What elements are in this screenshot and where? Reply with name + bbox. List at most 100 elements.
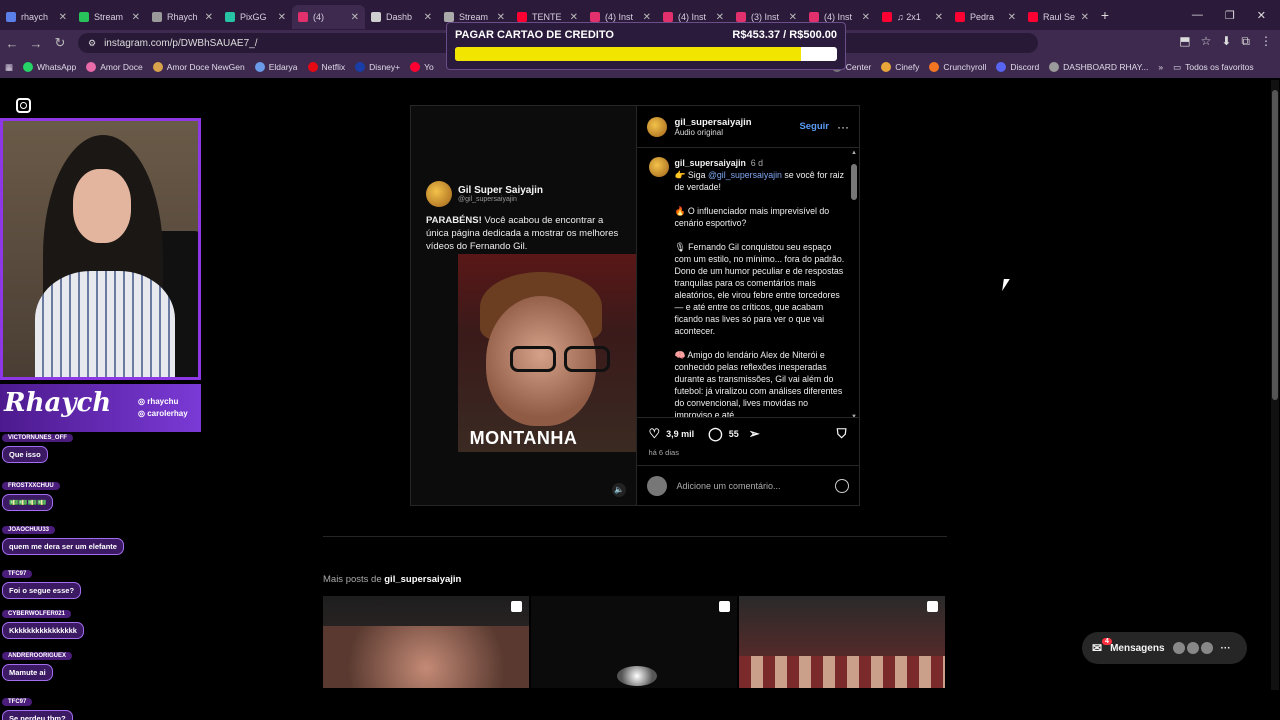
audio-label[interactable]: Áudio original	[675, 128, 752, 137]
extension-icon[interactable]: ⧉	[1241, 34, 1250, 49]
bookmark-item[interactable]: Amor Doce	[81, 62, 148, 72]
reel-icon	[927, 601, 938, 612]
bookmark-item[interactable]: Netflix	[303, 62, 351, 72]
post-header: gil_supersaiyajin Áudio original Seguir …	[636, 106, 859, 148]
bookmark-label: Amor Doce	[100, 62, 143, 72]
author-username[interactable]: gil_supersaiyajin	[675, 117, 752, 128]
browser-tab[interactable]: rhaych ✕	[0, 5, 73, 29]
minimize-icon[interactable]: —	[1192, 9, 1203, 21]
bookmark-icon	[254, 62, 265, 72]
tab-close-icon[interactable]: ✕	[789, 12, 797, 23]
tab-close-icon[interactable]: ✕	[205, 12, 213, 23]
caption-scrollbar[interactable]: ▲ ▼	[851, 150, 857, 420]
site-info-icon[interactable]: ⚙	[88, 38, 96, 49]
bookmark-item[interactable]: WhatsApp	[18, 62, 81, 72]
browser-tab[interactable]: Raul Se ✕	[1022, 5, 1095, 29]
maximize-icon[interactable]: ❐	[1225, 9, 1235, 22]
more-options-icon[interactable]: ···	[837, 120, 849, 134]
like-icon[interactable]: ♡	[649, 426, 661, 442]
chat-message: VICTORNUNES_OFF Que isso	[2, 426, 73, 463]
caption-scroll-thumb[interactable]	[851, 164, 857, 200]
mention-link[interactable]: @gil_supersaiyajin	[708, 170, 782, 180]
close-window-icon[interactable]: ✕	[1257, 9, 1266, 22]
tab-close-icon[interactable]: ✕	[132, 12, 140, 23]
bookmark-item[interactable]: Crunchyroll	[924, 62, 991, 72]
caption-avatar[interactable]	[648, 157, 669, 177]
reload-icon[interactable]: ↻	[48, 35, 72, 51]
browser-tab[interactable]: Rhaych ✕	[146, 5, 219, 29]
tab-close-icon[interactable]: ✕	[1081, 12, 1089, 23]
chat-message: CYBERWOLFER021 Kkkkkkkkkkkkkkkk	[2, 602, 84, 639]
caption-scroll-area[interactable]: gil_supersaiyajin 6 d 👉 Siga @gil_supers…	[637, 149, 859, 417]
tab-close-icon[interactable]: ✕	[424, 12, 432, 23]
video-channel-avatar	[426, 181, 452, 207]
apps-icon[interactable]: ▦	[0, 62, 18, 73]
comment-input[interactable]: Adicione um comentário...	[677, 481, 825, 491]
tab-close-icon[interactable]: ✕	[497, 12, 505, 23]
video-frame	[458, 254, 636, 452]
more-posts-username[interactable]: gil_supersaiyajin	[384, 574, 461, 585]
tab-close-icon[interactable]: ✕	[643, 12, 651, 23]
page-scrollbar[interactable]	[1271, 80, 1279, 690]
bookmark-item[interactable]: Amor Doce NewGen	[148, 62, 250, 72]
star-icon[interactable]: ☆	[1201, 34, 1212, 49]
bookmarks-overflow-icon[interactable]: »	[1153, 62, 1168, 72]
bookmark-item[interactable]: Cinefy	[876, 62, 924, 72]
browser-tab[interactable]: ♫ 2x1 ✕	[876, 5, 949, 29]
tab-close-icon[interactable]: ✕	[59, 12, 67, 23]
emoji-icon[interactable]	[834, 478, 849, 493]
tab-label: (4) Inst	[824, 12, 853, 22]
browser-tab[interactable]: (4) ✕	[292, 5, 365, 29]
tab-close-icon[interactable]: ✕	[716, 12, 724, 23]
chat-text: 💵💵💵💵	[2, 494, 54, 511]
page-scroll-thumb[interactable]	[1272, 90, 1278, 400]
bookmark-item[interactable]: Disney+	[350, 62, 405, 72]
follow-button[interactable]: Seguir	[799, 121, 829, 132]
tab-close-icon[interactable]: ✕	[1008, 12, 1016, 23]
share-icon[interactable]: ➢	[749, 426, 760, 442]
install-icon[interactable]: ⬒	[1179, 34, 1190, 49]
back-icon[interactable]: ←	[0, 36, 24, 51]
like-count[interactable]: 3,9 mil	[666, 429, 694, 439]
browser-tab[interactable]: Stream ✕	[73, 5, 146, 29]
comment-icon[interactable]: ◯	[708, 426, 723, 442]
author-avatar[interactable]	[646, 116, 667, 137]
forward-icon[interactable]: →	[24, 36, 48, 51]
browser-tab[interactable]: PixGG ✕	[219, 5, 292, 29]
tab-close-icon[interactable]: ✕	[278, 12, 286, 23]
caption-time: 6 d	[750, 158, 764, 168]
all-favorites[interactable]: ▭ Todos os favoritos	[1168, 62, 1259, 73]
instagram-icon[interactable]	[16, 98, 31, 113]
post-thumbnail-2[interactable]	[531, 596, 737, 688]
bookmark-label: Crunchyroll	[943, 62, 987, 72]
menu-icon[interactable]: ⋮	[1260, 34, 1272, 49]
post-thumbnail-3[interactable]	[739, 596, 945, 688]
browser-tab[interactable]: Pedra ✕	[949, 5, 1022, 29]
tab-close-icon[interactable]: ✕	[570, 12, 578, 23]
browser-tab[interactable]: Dashb ✕	[365, 5, 438, 29]
donation-amount: R$453.37 / R$500.00	[732, 29, 837, 41]
bookmark-icon	[996, 62, 1007, 72]
post-thumbnail-1[interactable]	[323, 596, 529, 688]
bookmark-label: WhatsApp	[37, 62, 77, 72]
chat-username: VICTORNUNES_OFF	[2, 434, 73, 442]
tab-favicon-icon	[79, 12, 89, 22]
bookmark-item[interactable]: Discord	[991, 62, 1044, 72]
caption-username[interactable]: gil_supersaiyajin	[675, 158, 746, 168]
bookmark-item[interactable]: DASHBOARD RHAY...	[1044, 62, 1153, 72]
tab-close-icon[interactable]: ✕	[351, 12, 359, 23]
messages-button[interactable]: ✉ 4 Mensagens ···	[1082, 632, 1247, 664]
tab-close-icon[interactable]: ✕	[862, 12, 870, 23]
mute-icon[interactable]: 🔈	[612, 483, 626, 497]
bookmark-item[interactable]: Eldarya	[250, 62, 303, 72]
bookmarks-right: Center Cinefy Crunchyroll Discord DASHBOARD …	[827, 62, 1154, 72]
scroll-up-icon[interactable]: ▲	[851, 150, 857, 156]
download-icon[interactable]: ⬇	[1221, 34, 1231, 49]
tab-close-icon[interactable]: ✕	[935, 12, 943, 23]
caption-row: gil_supersaiyajin 6 d 👉 Siga @gil_supers…	[648, 157, 847, 417]
new-tab-button[interactable]: +	[1095, 7, 1115, 23]
reel-video[interactable]: Gil Super Saiyajin @gil_supersaiyajin PA…	[411, 106, 636, 505]
bookmark-item[interactable]: Yo	[405, 62, 439, 72]
screen: rhaych ✕ Stream ✕ Rhaych ✕ PixGG ✕ (4) ✕ Dashb ✕ Str…	[0, 0, 1280, 720]
bookmark-icon[interactable]: ⛉	[837, 426, 847, 442]
